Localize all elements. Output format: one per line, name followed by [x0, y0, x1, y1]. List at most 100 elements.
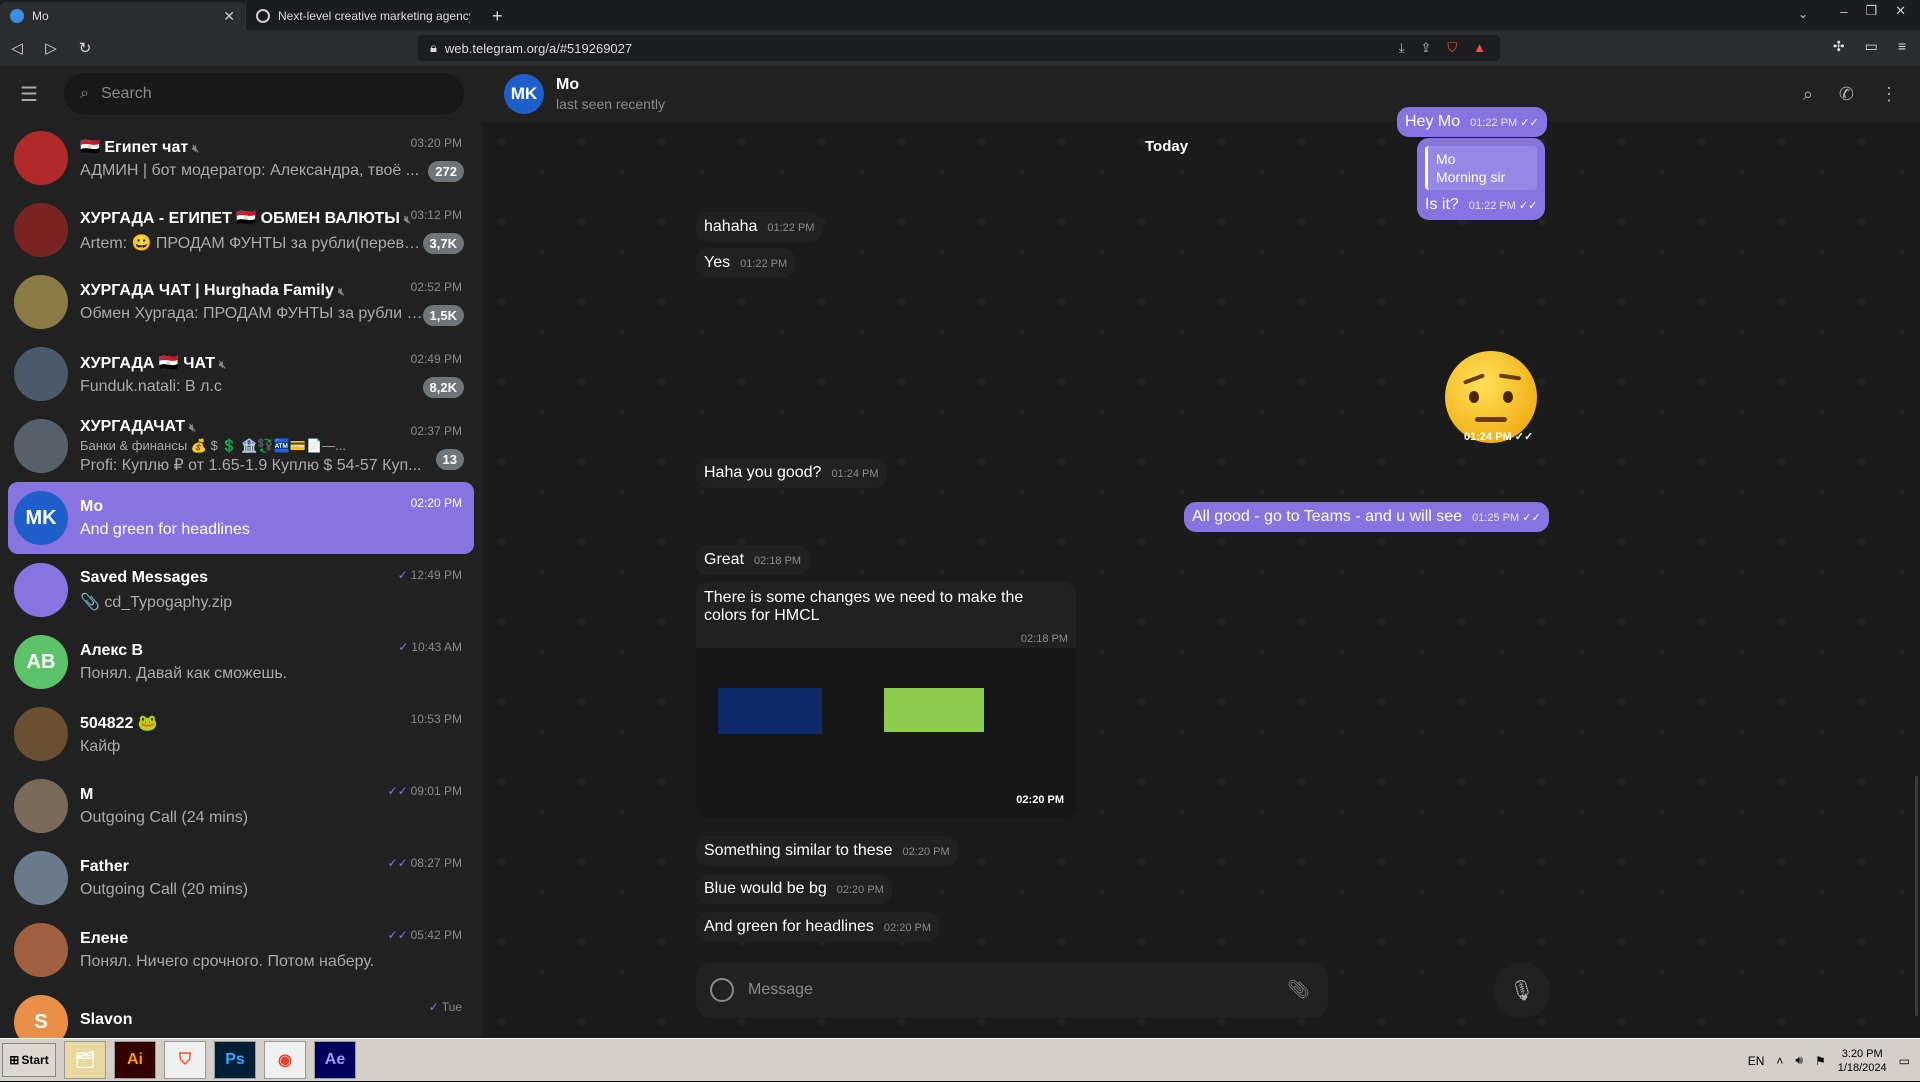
forward-icon[interactable]: ▷ — [34, 39, 68, 57]
show-hidden-icons-icon[interactable]: ˄ — [1776, 1054, 1783, 1068]
chat-list-item[interactable]: MK Mo And green for headlines 02:20 PM — [8, 482, 474, 554]
message-bubble[interactable]: Great 02:18 PM — [696, 545, 810, 575]
search-input[interactable]: ⌕ Search — [64, 73, 464, 115]
start-button[interactable]: ⊞ Start — [2, 1043, 56, 1077]
chat-list-item[interactable]: ХУРГАДА ЧАТ | Hurghada Family 🔇︎ Обмен Хур… — [8, 266, 474, 338]
chat-name: Елене — [80, 929, 129, 947]
chat-list-item[interactable]: ХУРГАДА 🇪🇬 ЧАТ 🔇︎ Funduk.natali: В л.с 02:4… — [8, 338, 474, 410]
reload-icon[interactable]: ↻ — [68, 39, 102, 57]
language-indicator[interactable]: EN — [1748, 1054, 1765, 1068]
message-bubble[interactable]: Blue would be bg 02:20 PM — [696, 874, 892, 904]
restore-icon[interactable]: ❐ — [1865, 3, 1877, 19]
close-window-icon[interactable]: ✕ — [1895, 3, 1906, 19]
message-bubble[interactable]: And green for headlines 02:20 PM — [696, 912, 939, 942]
chat-list-item[interactable]: 504822 🐸 Кайф 10:53 PM — [8, 698, 474, 770]
search-icon[interactable]: ⌕ — [1803, 84, 1813, 105]
message-bubble[interactable]: All good - go to Teams - and u will see 0… — [1184, 502, 1549, 532]
avatar — [14, 851, 68, 905]
message-composer[interactable]: Message 📎︎ — [696, 962, 1328, 1018]
start-label: Start — [21, 1053, 49, 1067]
chat-list-item[interactable]: ХУРГАДА - ЕГИПЕТ 🇪🇬 ОБМЕН ВАЛЮТЫ 🔇︎ Artem:… — [8, 194, 474, 266]
avatar: MK — [14, 491, 68, 545]
chat-preview: Funduk.natali: В л.с — [80, 377, 222, 395]
chat-list-item[interactable]: ХУРГАДАЧАТ 🔇︎ Банки & финансы 💰 $ 💲 🏦💱🏧💳📄—… — [8, 410, 474, 482]
brave-shields-icon[interactable]: ⛉ — [1447, 40, 1457, 56]
color-swatch-image[interactable]: 02:20 PM — [696, 648, 1076, 818]
chat-list-item[interactable]: AB Алекс B Понял. Давай как сможешь. ✓ 10:43… — [8, 626, 474, 698]
attach-icon[interactable]: 📎︎ — [1287, 979, 1310, 1000]
file-explorer-icon[interactable]: 🗂︎ — [64, 1041, 106, 1079]
new-tab-button[interactable]: + — [480, 2, 515, 30]
message-text: There is some changes we need to make th… — [704, 589, 1024, 624]
brave-browser-icon[interactable]: ⛉ — [164, 1041, 206, 1079]
chat-name: Saved Messages — [80, 568, 209, 586]
chat-list-item[interactable]: Saved Messages 📎 cd_Typogaphy.zip ✓ 12:49 P… — [8, 554, 474, 626]
after-effects-icon[interactable]: Ae — [314, 1041, 356, 1079]
message-time: 02:20 PM — [883, 922, 931, 934]
brave-rewards-icon[interactable]: ▲ — [1473, 40, 1486, 56]
message-time: 01:22 PM — [1470, 117, 1518, 129]
photoshop-icon[interactable]: Ps — [214, 1041, 256, 1079]
chat-header[interactable]: MK Mo last seen recently ⌕ ✆ ⋮ — [482, 66, 1920, 122]
extensions-icon[interactable]: ✣ — [1833, 38, 1845, 55]
message-text: Blue would be bg — [704, 880, 827, 897]
scrollbar[interactable] — [1915, 776, 1918, 1016]
minimize-icon[interactable]: – — [1840, 4, 1847, 19]
reply-quote[interactable]: Mo Morning sir — [1425, 146, 1538, 190]
volume-icon[interactable]: 🔊︎ — [1795, 1053, 1803, 1068]
message-bubble[interactable]: Haha you good? 01:24 PM — [696, 458, 887, 488]
read-check-icon: ✓✓ — [387, 856, 408, 870]
message-bubble-with-photo[interactable]: There is some changes we need to make th… — [696, 582, 1076, 648]
message-bubble[interactable]: Yes 01:22 PM — [696, 248, 796, 278]
more-options-icon[interactable]: ⋮ — [1880, 84, 1898, 105]
install-icon[interactable]: ⤓ — [1399, 40, 1405, 56]
browser-tab-bar: Mo ✕ Next-level creative marketing agenc… — [0, 0, 1920, 30]
avatar[interactable]: MK — [504, 74, 544, 114]
share-icon[interactable]: ⇪ — [1420, 40, 1431, 56]
show-desktop-icon[interactable]: ▭ — [1899, 1054, 1910, 1068]
photo-time: 02:20 PM — [1016, 794, 1064, 806]
chat-preview: Outgoing Call (24 mins) — [80, 808, 249, 826]
clock-date: 1/18/2024 — [1837, 1061, 1887, 1074]
url-field[interactable]: 🔒︎ web.telegram.org/a/#519269027 ⤓ ⇪ ⛉ ▲ — [418, 35, 1500, 61]
message-text: Haha you good? — [704, 464, 822, 481]
close-tab-icon[interactable]: ✕ — [223, 8, 235, 25]
chat-list-item[interactable]: 🇪🇬 Египет чат 🔇︎ АДМИН | бот модератор: Ал… — [8, 122, 474, 194]
avatar — [14, 275, 68, 329]
emoji-icon[interactable] — [710, 978, 734, 1002]
tab-agency[interactable]: Next-level creative marketing agency — C — [245, 2, 480, 30]
wallet-icon[interactable]: ▭ — [1865, 38, 1878, 55]
message-input-placeholder: Message — [748, 981, 813, 998]
message-bubble[interactable]: hahaha 01:22 PM — [696, 212, 823, 242]
microphone-button[interactable]: 🎙︎ — [1494, 962, 1550, 1018]
chat-list-item[interactable]: M Outgoing Call (24 mins) ✓✓ 09:01 PM — [8, 770, 474, 842]
unread-count-badge: 1,5K — [422, 305, 464, 326]
message-bubble[interactable]: Something similar to these 02:20 PM — [696, 836, 958, 866]
phone-icon[interactable]: ✆ — [1839, 84, 1854, 105]
sticker-time: 01:24 PM ✓✓ — [1464, 431, 1534, 443]
hamburger-menu-icon[interactable]: ☰ — [20, 82, 40, 107]
chat-list-item[interactable]: Father Outgoing Call (20 mins) ✓✓ 08:27 PM — [8, 842, 474, 914]
action-center-flag-icon[interactable]: ⚑ — [1815, 1054, 1826, 1068]
tab-telegram[interactable]: Mo ✕ — [0, 2, 245, 30]
search-placeholder: Search — [100, 85, 152, 102]
chat-status: last seen recently — [556, 96, 665, 112]
message-bubble-reply[interactable]: Mo Morning sir Is it? 01:22 PM ✓✓ — [1417, 138, 1546, 220]
system-clock[interactable]: 3:20 PM 1/18/2024 — [1838, 1047, 1887, 1075]
chat-name: Mo — [80, 497, 104, 515]
chrome-icon[interactable]: ◉ — [264, 1041, 306, 1079]
chat-list-item[interactable]: S Slavon ✓ Tue — [8, 986, 474, 1038]
message-bubble[interactable]: Hey Mo 01:22 PM ✓✓ — [1397, 107, 1547, 137]
double-check-icon: ✓✓ — [1515, 200, 1538, 212]
back-icon[interactable]: ◁ — [0, 39, 34, 57]
chat-name: Father — [80, 857, 129, 875]
message-text: Yes — [704, 254, 731, 271]
chat-preview: Outgoing Call (20 mins) — [80, 880, 249, 898]
illustrator-icon[interactable]: Ai — [114, 1041, 156, 1079]
chat-list-item[interactable]: Елене Понял. Ничего срочного. Потом набер… — [8, 914, 474, 986]
chat-name: 🇪🇬 Египет чат — [80, 138, 189, 156]
tab-search-chevron-icon[interactable]: ⌄ — [1798, 7, 1808, 21]
menu-icon[interactable]: ≡ — [1898, 38, 1906, 55]
windows-taskbar: ⊞ Start 🗂︎ Ai ⛉ Ps ◉ Ae EN ˄ 🔊︎ ⚑ 3:20 PM… — [0, 1038, 1920, 1081]
avatar — [14, 563, 68, 617]
